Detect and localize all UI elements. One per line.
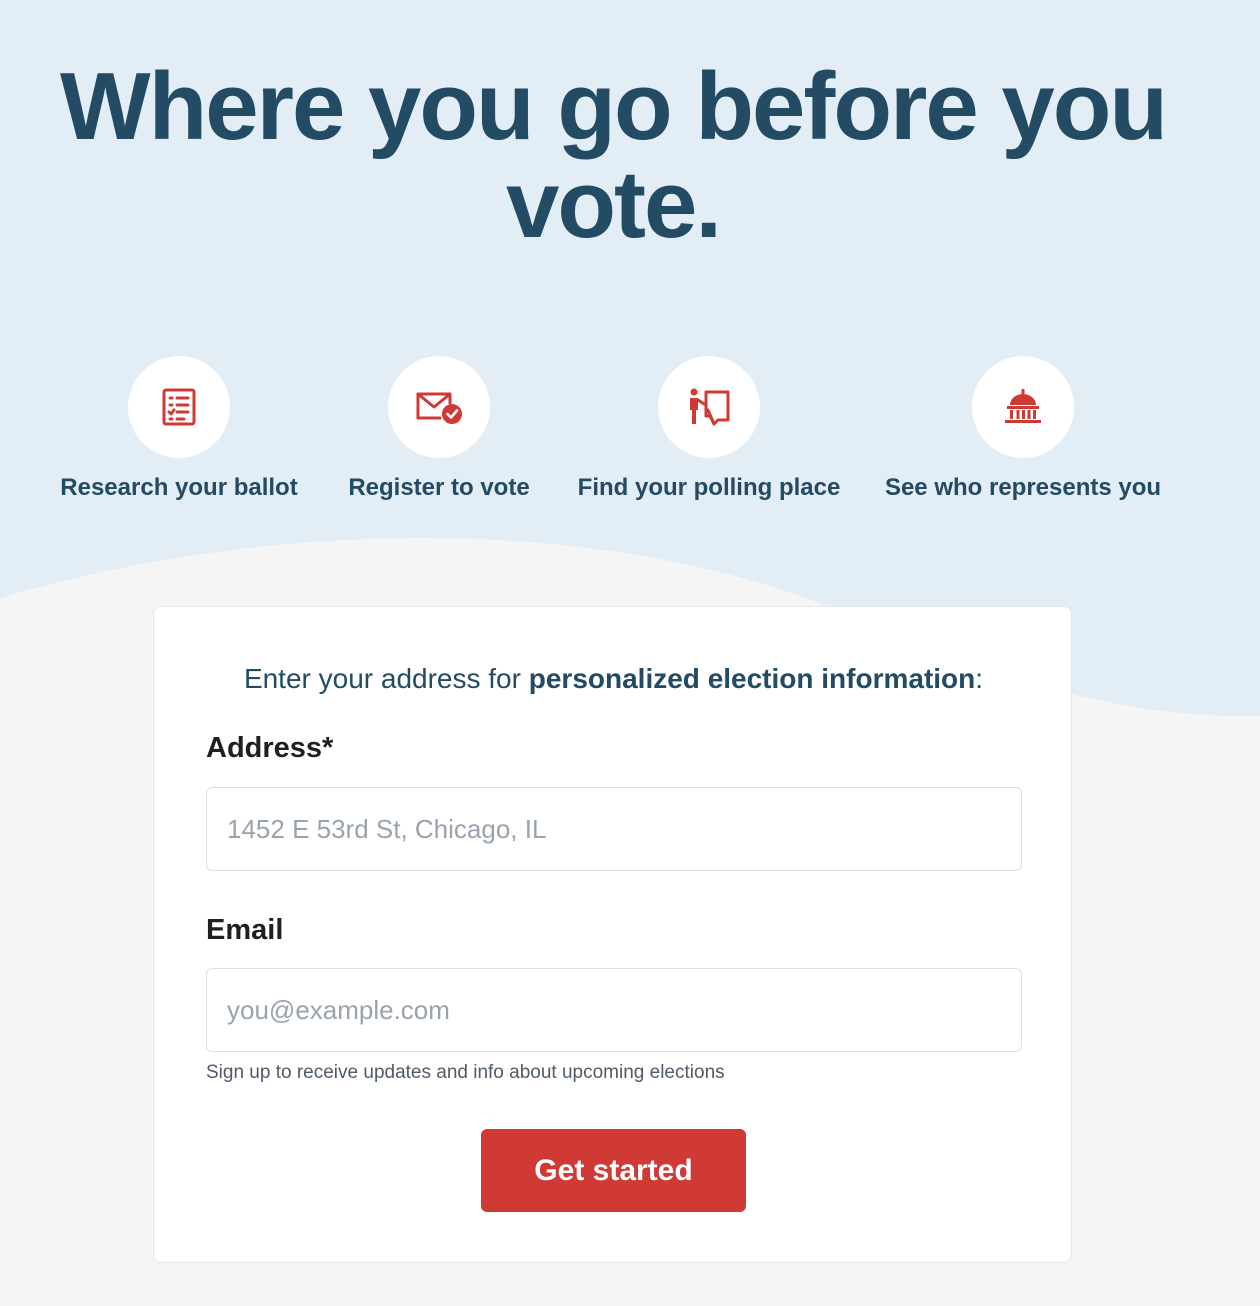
email-label: Email [206,914,284,946]
feature-label: Register to vote [348,474,530,501]
feature-links: Research your ballot Register to vote Fi… [0,356,1260,516]
feature-label: Research your ballot [60,474,298,501]
get-started-button[interactable]: Get started [481,1129,746,1212]
feature-register-to-vote[interactable]: Register to vote [289,356,589,502]
email-input[interactable] [206,968,1022,1052]
feature-find-polling-place[interactable]: Find your polling place [559,356,859,502]
form-intro-emphasis: personalized election information [528,663,976,694]
envelope-check-icon [416,392,462,424]
feature-research-ballot[interactable]: Research your ballot [29,356,329,502]
feature-icon-circle [972,356,1074,458]
feature-icon-circle [128,356,230,458]
address-input[interactable] [206,787,1022,871]
hero-headline: Where you go before you vote. [0,58,1226,254]
email-hint: Sign up to receive updates and info abou… [206,1062,725,1083]
address-label: Address* [206,732,334,764]
capitol-building-icon [1005,389,1041,423]
form-intro-prefix: Enter your address for [243,663,529,694]
feature-label: Find your polling place [577,474,841,501]
headline-line-2: vote. [505,151,722,258]
address-form-card: Enter your address for personalized elec… [153,606,1072,1263]
form-intro-suffix: : [975,663,984,694]
voting-booth-icon [690,388,730,426]
form-intro: Enter your address for personalized elec… [154,663,1073,695]
headline-line-1: Where you go before you [59,53,1168,160]
feature-icon-circle [388,356,490,458]
feature-see-representatives[interactable]: See who represents you [873,356,1173,502]
feature-icon-circle [658,356,760,458]
ballot-checklist-icon [162,388,196,426]
feature-label: See who represents you [884,474,1162,501]
